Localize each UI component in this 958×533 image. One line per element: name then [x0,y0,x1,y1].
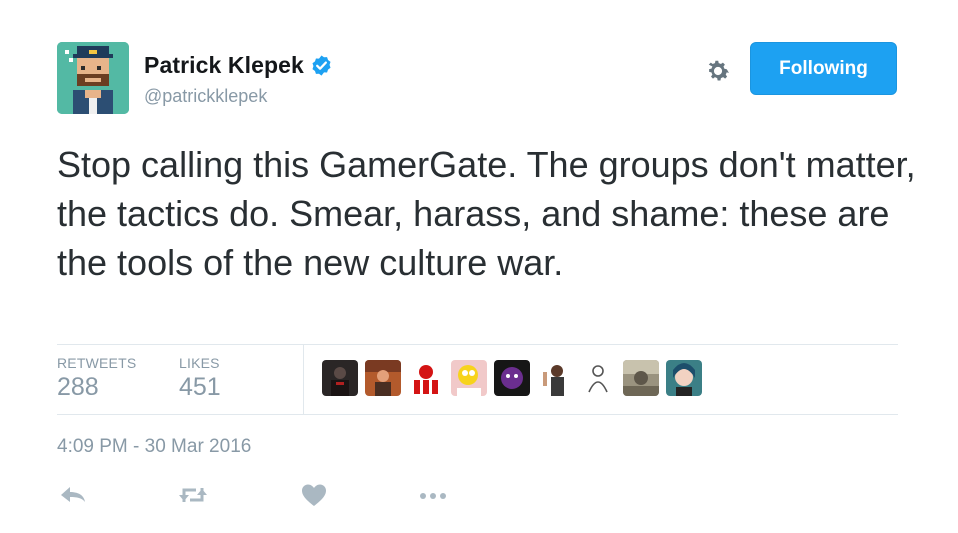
avatar[interactable] [57,42,129,114]
gear-icon[interactable] [704,57,732,85]
liker-avatar[interactable] [322,360,358,396]
liker-avatar[interactable] [623,360,659,396]
retweets-label: RETWEETS [57,355,137,371]
stats-divider-vertical [303,345,304,414]
liker-avatars [322,360,709,396]
display-name[interactable]: Patrick Klepek [144,52,304,79]
liker-avatar[interactable] [494,360,530,396]
stats-divider-bottom [57,414,898,415]
like-icon[interactable] [300,482,330,508]
more-icon[interactable] [418,482,448,508]
verified-badge-icon [310,54,333,77]
tweet-text: Stop calling this GamerGate. The groups … [57,144,916,283]
retweet-icon[interactable] [177,482,207,508]
liker-avatar[interactable] [365,360,401,396]
liker-avatar[interactable] [408,360,444,396]
likes-label: LIKES [179,355,220,371]
liker-avatar[interactable] [537,360,573,396]
likes-stat[interactable]: LIKES 451 [179,355,221,402]
stats-divider-top [57,344,898,345]
user-handle[interactable]: @patrickklepek [144,86,267,107]
retweets-stat[interactable]: RETWEETS 288 [57,355,136,402]
liker-avatar[interactable] [666,360,702,396]
likes-count: 451 [179,373,221,401]
reply-icon[interactable] [58,482,88,508]
liker-avatar[interactable] [451,360,487,396]
liker-avatar[interactable] [580,360,616,396]
timestamp[interactable]: 4:09 PM - 30 Mar 2016 [57,436,251,458]
following-button[interactable]: Following [750,42,897,95]
retweets-count: 288 [57,373,99,401]
